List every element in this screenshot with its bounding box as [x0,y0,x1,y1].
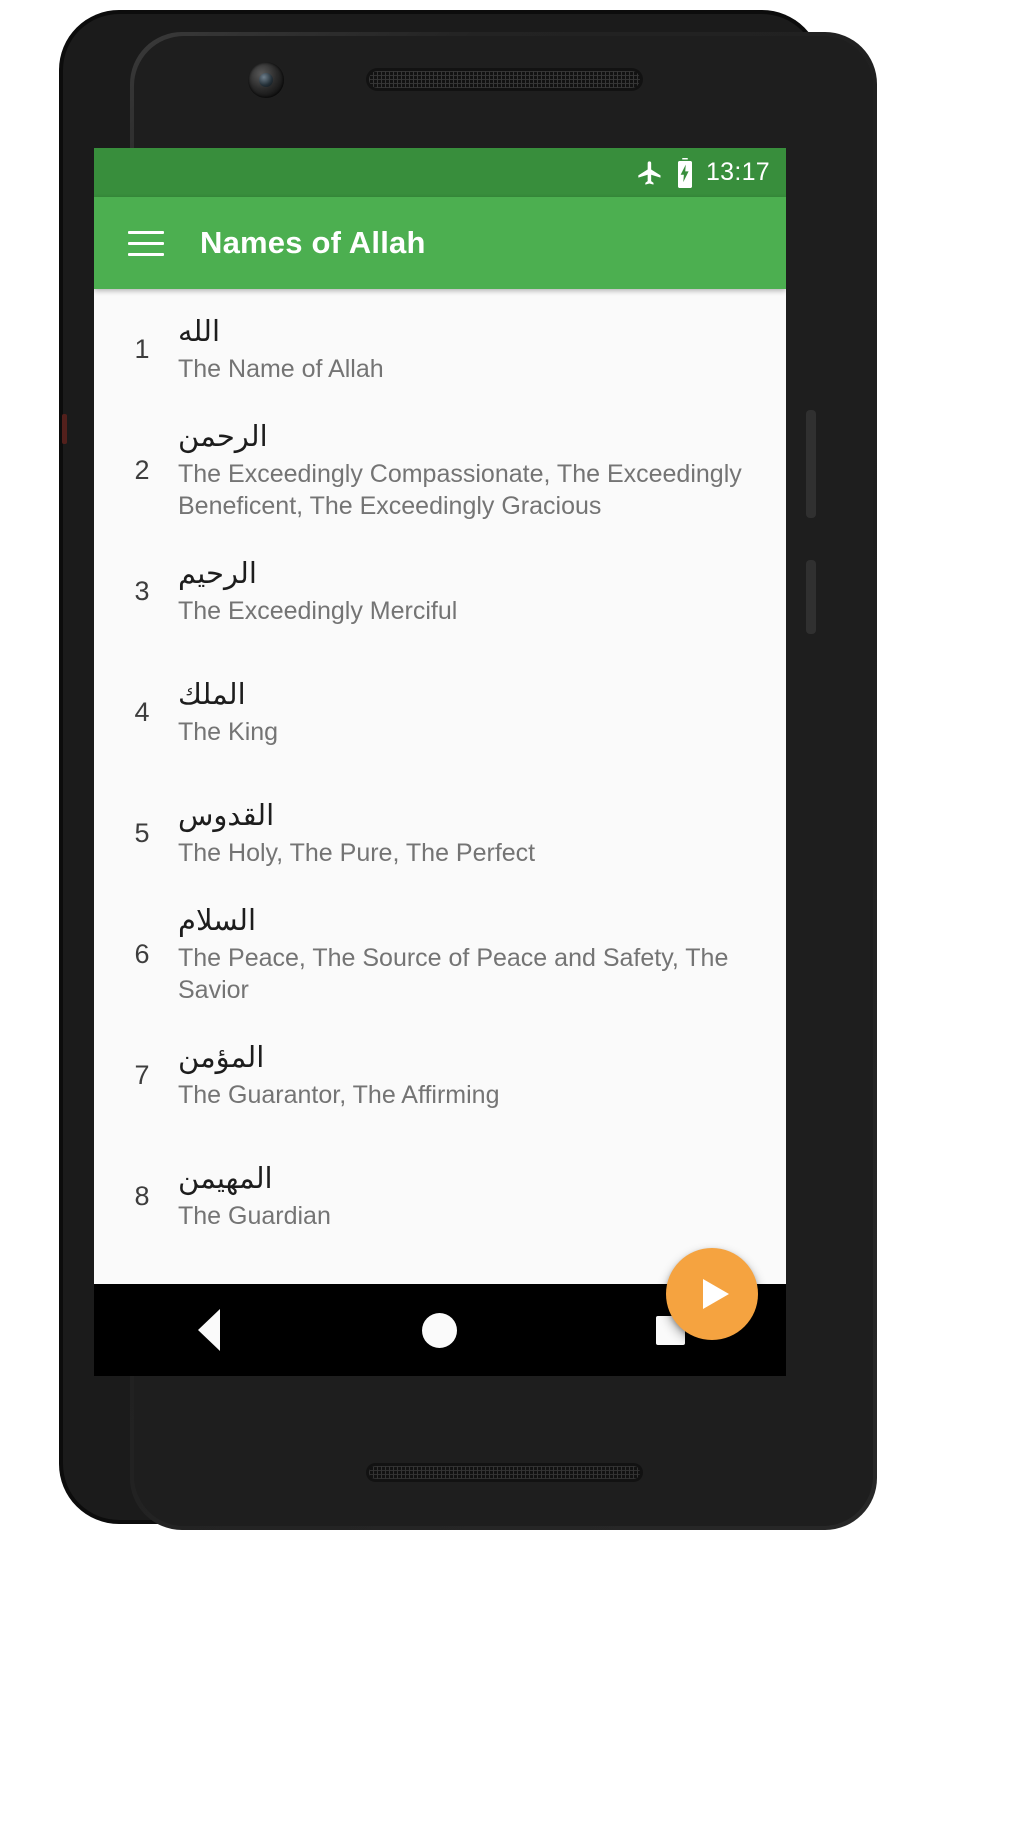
list-item-arabic-name: السلام [178,904,257,937]
airplane-mode-icon [636,159,664,187]
play-icon [702,1279,729,1309]
list-item-meaning: The King [178,717,279,746]
list-item-index: 3 [134,576,150,606]
front-camera-icon [248,62,284,98]
list-item-arabic-name: الله [178,315,221,348]
list-item-texts: المؤمن The Guarantor, The Affirming [164,1040,764,1111]
list-item-index: 4 [134,697,150,727]
hamburger-line-2 [128,241,164,245]
app-bar: Names of Allah [94,197,786,289]
list-item-arabic-name: المهيمن [178,1162,273,1195]
home-icon[interactable] [400,1290,480,1370]
power-button[interactable] [806,560,816,634]
page-title: Names of Allah [200,225,426,260]
bottom-speaker [366,1463,643,1482]
list-item-arabic-name: القدوس [178,799,275,832]
earpiece-mesh [369,71,640,88]
list-item-index: 6 [134,939,150,969]
list-item-index: 7 [134,1060,150,1090]
list-item-texts: الرحيم The Exceedingly Merciful [164,556,764,627]
list-item-meaning: The Holy, The Pure, The Perfect [178,838,536,867]
bottom-speaker-mesh [369,1466,640,1479]
list-item-texts: الملك The King [164,677,764,748]
hamburger-line-3 [128,252,164,256]
battery-charging-icon [675,157,695,188]
home-circle-glyph [422,1312,458,1348]
status-bar-clock: 13:17 [705,158,770,186]
list-item-meaning: The Exceedingly Compassionate, The Excee… [178,459,742,521]
status-bar: 13:17 [94,148,786,197]
list-item-texts: المهيمن The Guardian [164,1161,764,1232]
list-item-texts: السلام The Peace, The Source of Peace an… [164,903,764,1007]
device-left-accent [62,414,67,444]
hamburger-line-1 [128,230,164,234]
list-item-index: 8 [134,1181,150,1211]
names-list[interactable]: 1 الله The Name of Allah 2 الرحمن The Ex… [94,289,786,1376]
list-item-meaning: The Name of Allah [178,354,384,383]
list-item-arabic-name: المؤمن [178,1041,265,1074]
list-item[interactable]: 5 القدوس The Holy, The Pure, The Perfect [94,773,786,894]
list-item-meaning: The Exceedingly Merciful [178,596,458,625]
play-fab-button[interactable] [666,1248,758,1340]
back-triangle-glyph [198,1309,221,1351]
list-item-texts: الرحمن The Exceedingly Compassionate, Th… [164,419,764,523]
hamburger-menu-icon[interactable] [120,217,172,269]
list-item[interactable]: 8 المهيمن The Guardian [94,1136,786,1257]
list-item[interactable]: 2 الرحمن The Exceedingly Compassionate, … [94,410,786,531]
list-item-meaning: The Guarantor, The Affirming [178,1080,500,1109]
list-item-texts: الله The Name of Allah [164,314,764,385]
list-item-meaning: The Peace, The Source of Peace and Safet… [178,943,729,1005]
list-item-index: 2 [134,455,150,485]
list-item-index: 1 [134,334,150,364]
list-item-arabic-name: الملك [178,678,246,711]
list-item-arabic-name: الرحمن [178,420,268,453]
list-item-texts: القدوس The Holy, The Pure, The Perfect [164,798,764,869]
status-bar-right-group: 13:17 [636,157,770,188]
volume-rocker-button[interactable] [806,410,816,518]
list-item-meaning: The Guardian [178,1201,331,1230]
phone-screen: 13:17 Names of Allah 1 الله The Name of … [94,148,786,1376]
list-item[interactable]: 6 السلام The Peace, The Source of Peace … [94,894,786,1015]
list-item[interactable]: 1 الله The Name of Allah [94,289,786,410]
earpiece-speaker [366,68,643,91]
back-icon[interactable] [169,1290,249,1370]
list-item-index: 5 [134,818,150,848]
list-item-arabic-name: الرحيم [178,557,257,590]
list-item[interactable]: 7 المؤمن The Guarantor, The Affirming [94,1015,786,1136]
list-item[interactable]: 4 الملك The King [94,652,786,773]
list-item[interactable]: 3 الرحيم The Exceedingly Merciful [94,531,786,652]
